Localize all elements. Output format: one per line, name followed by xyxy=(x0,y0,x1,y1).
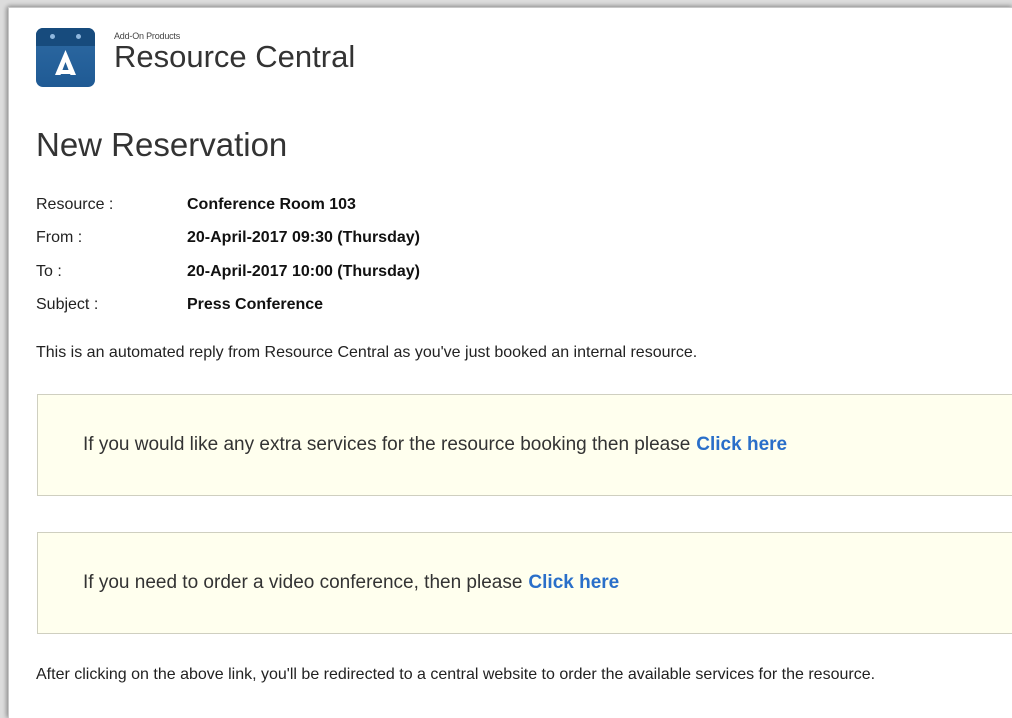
brand-title: Resource Central xyxy=(114,39,356,74)
reservation-details: Resource : Conference Room 103 From : 20… xyxy=(36,188,420,322)
extra-services-link[interactable]: Click here xyxy=(696,434,787,456)
page-title: New Reservation xyxy=(36,126,288,163)
video-conference-link[interactable]: Click here xyxy=(528,572,619,594)
intro-text: This is an automated reply from Resource… xyxy=(36,344,698,361)
detail-row-from: From : 20-April-2017 09:30 (Thursday) xyxy=(36,222,420,256)
detail-row-resource: Resource : Conference Room 103 xyxy=(36,188,420,222)
footer-text: After clicking on the above link, you'll… xyxy=(36,666,876,683)
calendar-logo-icon xyxy=(36,28,95,87)
detail-row-to: To : 20-April-2017 10:00 (Thursday) xyxy=(36,255,420,289)
extra-services-notice: If you would like any extra services for… xyxy=(37,394,1012,496)
detail-label: To : xyxy=(36,262,62,280)
detail-row-subject: Subject : Press Conference xyxy=(36,289,420,323)
detail-value: Conference Room 103 xyxy=(187,195,356,213)
email-window: Add-On Products Resource Central New Res… xyxy=(8,7,1012,718)
detail-value: 20-April-2017 10:00 (Thursday) xyxy=(187,262,420,280)
brand-header: Add-On Products Resource Central xyxy=(36,28,355,90)
delta-glyph-icon xyxy=(55,50,76,75)
brand-text: Add-On Products Resource Central xyxy=(114,28,355,74)
detail-label: Resource : xyxy=(36,195,114,213)
detail-value: 20-April-2017 09:30 (Thursday) xyxy=(187,229,420,247)
notice-text: If you would like any extra services for… xyxy=(83,434,691,455)
video-conference-notice: If you need to order a video conference,… xyxy=(37,532,1012,634)
detail-label: Subject : xyxy=(36,296,99,314)
detail-value: Press Conference xyxy=(187,296,324,314)
notice-text: If you need to order a video conference,… xyxy=(83,572,523,593)
detail-label: From : xyxy=(36,229,83,247)
